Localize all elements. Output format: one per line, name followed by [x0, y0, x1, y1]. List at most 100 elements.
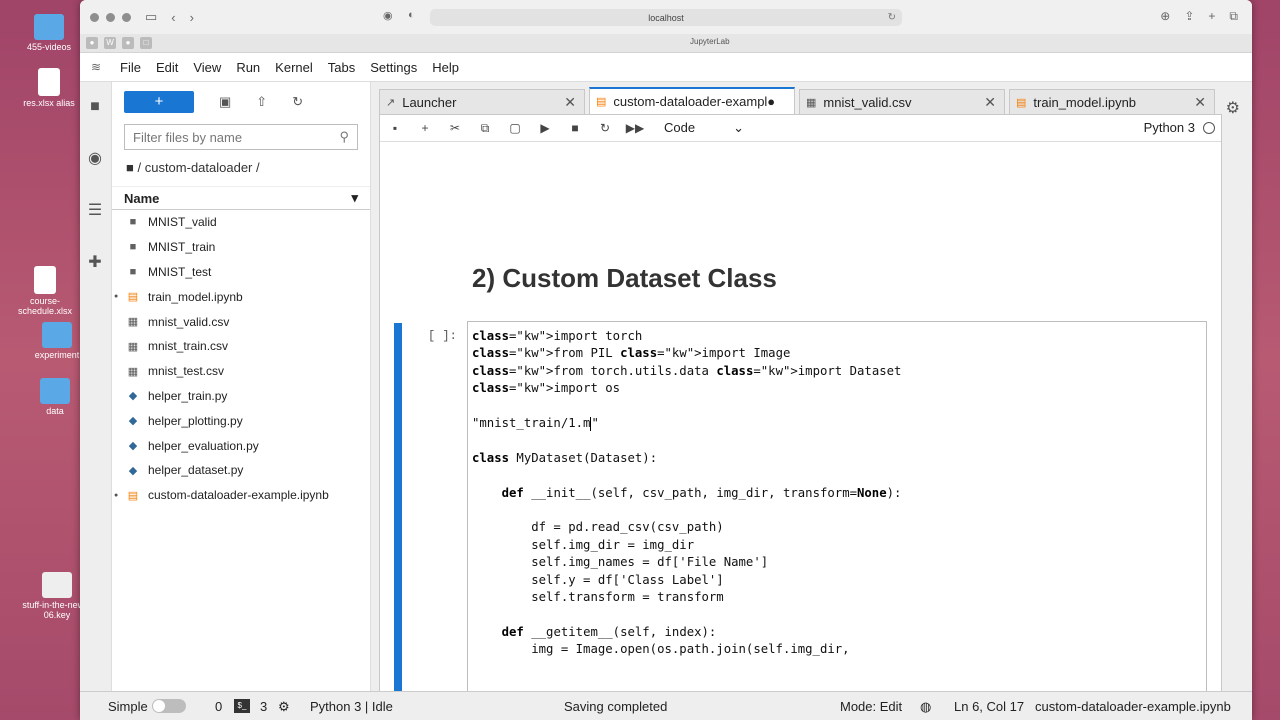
wiki-icon[interactable]: W [104, 37, 116, 49]
tab-label: mnist_valid.csv [823, 94, 912, 110]
breadcrumb[interactable]: ■ / custom-dataloader / [112, 150, 370, 180]
menu-view[interactable]: View [193, 60, 221, 75]
menu-help[interactable]: Help [432, 60, 459, 75]
menu-edit[interactable]: Edit [156, 60, 178, 75]
upload-icon[interactable]: ⇧ [256, 94, 267, 110]
stop-icon[interactable]: ■ [560, 121, 590, 135]
cell-type-select[interactable]: Code ⌄ [664, 120, 744, 136]
code-text: class="kw">import torch class="kw">from … [472, 329, 902, 657]
new-launcher-button[interactable]: + [124, 91, 194, 113]
file-name: mnist_test.csv [148, 364, 225, 379]
run-all-icon[interactable]: ▶▶ [620, 121, 650, 135]
copy-icon[interactable]: ⧉ [470, 121, 500, 136]
cursor-position[interactable]: Ln 6, Col 17 [954, 699, 1024, 714]
menu-tabs[interactable]: Tabs [328, 60, 355, 75]
terminal-count[interactable]: 0 [215, 699, 222, 714]
tab-mnist-valid[interactable]: ▦ mnist_valid.csv ✕ [799, 89, 1005, 114]
list-item[interactable]: ◆ helper_plotting.py [112, 408, 370, 433]
zoom-window-button[interactable] [122, 12, 131, 22]
cut-icon[interactable]: ✂ [440, 121, 470, 135]
csv-icon: ▦ [806, 96, 817, 109]
save-icon[interactable]: ▪ [380, 121, 410, 135]
column-header-name[interactable]: Name ▾ [112, 186, 370, 210]
bookmark-icon[interactable]: □ [140, 37, 152, 49]
browser-tab-title[interactable]: JupyterLab [690, 37, 730, 46]
restart-icon[interactable]: ↻ [590, 121, 620, 135]
close-icon[interactable]: ✕ [564, 94, 576, 111]
terminal-icon: $_ [234, 699, 250, 713]
filter-input[interactable]: Filter files by name ⚲ [124, 124, 358, 150]
sidebar-toggle-icon[interactable]: ▭ [145, 9, 157, 25]
python-file-icon: ◆ [128, 415, 138, 428]
close-window-button[interactable] [90, 12, 99, 22]
github-icon[interactable]: ● [86, 37, 98, 49]
tab-custom-dataloader[interactable]: ▤ custom-dataloader-exampl● [589, 87, 795, 114]
back-icon[interactable]: ‹ [171, 10, 175, 25]
shield-icon[interactable]: ◐ [408, 9, 415, 21]
browser-window: ▭ ‹ › ◉ ◐ localhost ↻ ⊕ ⇪ + ⧉ ● W ● □ Ju… [80, 0, 1252, 720]
privacy-icon[interactable]: ◉ [383, 9, 393, 22]
browser-toolbar-right: ⊕ ⇪ + ⧉ [1160, 9, 1238, 24]
list-item[interactable]: ◆ helper_evaluation.py [112, 433, 370, 458]
list-item[interactable]: ◆ helper_dataset.py [112, 458, 370, 483]
file-name: mnist_train.csv [148, 339, 229, 354]
active-cell-indicator[interactable] [394, 323, 402, 691]
notebook-panel: ▪ + ✂ ⧉ ▢ ▶ ■ ↻ ▶▶ Code ⌄ Python 3 2) Cu… [379, 114, 1222, 692]
desktop-icon-xlsx-2[interactable]: course-schedule.xlsx [6, 266, 84, 316]
toc-icon[interactable]: ☰ [86, 202, 104, 220]
column-name-label: Name [124, 190, 160, 206]
close-icon[interactable]: ✕ [1194, 94, 1206, 111]
kernel-icon: ⚙ [278, 699, 290, 714]
menu-file[interactable]: File [120, 60, 141, 75]
list-item[interactable]: ▦ mnist_test.csv [112, 359, 370, 384]
address-bar[interactable]: localhost ↻ [430, 9, 902, 26]
list-item[interactable]: ■ MNIST_train [112, 235, 370, 260]
list-item[interactable]: ● ▤ train_model.ipynb [112, 284, 370, 309]
file-browser-toolbar: + ▣ ⇧ ↻ [112, 82, 370, 122]
new-tab-icon[interactable]: + [1208, 9, 1215, 24]
extension-icon[interactable]: ✚ [86, 254, 104, 272]
paste-icon[interactable]: ▢ [500, 121, 530, 135]
github-icon[interactable]: ● [122, 37, 134, 49]
cell-prompt: [ ]: [428, 329, 457, 343]
reload-icon[interactable]: ↻ [888, 12, 896, 23]
share-icon[interactable]: ⇪ [1184, 9, 1194, 24]
desktop-icon-folder[interactable]: 455-videos [10, 14, 88, 52]
kernel-count[interactable]: 3 [260, 699, 267, 714]
refresh-icon[interactable]: ↻ [292, 94, 303, 110]
folder-icon: ■ [129, 241, 137, 254]
kernel-name[interactable]: Python 3 [1144, 120, 1195, 135]
add-cell-icon[interactable]: + [410, 121, 440, 135]
menu-kernel[interactable]: Kernel [275, 60, 313, 75]
list-item[interactable]: ● ▤ custom-dataloader-example.ipynb [112, 483, 370, 508]
menu-run[interactable]: Run [236, 60, 260, 75]
kernel-status[interactable]: Python 3 | Idle [310, 699, 393, 714]
tab-train-model[interactable]: ▤ train_model.ipynb ✕ [1009, 89, 1215, 114]
code-editor[interactable]: class="kw">import torch class="kw">from … [467, 321, 1207, 691]
new-folder-icon[interactable]: ▣ [219, 94, 231, 110]
status-bar: Simple 0 $_ 3 ⚙ Python 3 | Idle Saving c… [80, 691, 1252, 720]
list-item[interactable]: ▦ mnist_train.csv [112, 334, 370, 359]
tab-launcher[interactable]: ↗ Launcher ✕ [379, 89, 585, 114]
list-item[interactable]: ▦ mnist_valid.csv [112, 309, 370, 334]
list-item[interactable]: ■ MNIST_test [112, 260, 370, 285]
forward-icon[interactable]: › [190, 10, 194, 25]
list-item[interactable]: ◆ helper_train.py [112, 384, 370, 409]
tab-overview-icon[interactable]: ⧉ [1229, 9, 1238, 24]
file-name: helper_evaluation.py [148, 438, 259, 453]
edit-mode[interactable]: Mode: Edit [840, 699, 902, 714]
menu-settings[interactable]: Settings [370, 60, 417, 75]
python-file-icon: ◆ [128, 464, 138, 477]
folder-icon[interactable]: ■ [86, 98, 104, 116]
gear-icon[interactable]: ⚙ [1226, 98, 1240, 118]
list-item[interactable]: ■ MNIST_valid [112, 210, 370, 235]
notebook-icon: ▤ [596, 96, 607, 108]
desktop-icon-xlsx[interactable]: res.xlsx alias [10, 68, 88, 108]
running-icon[interactable]: ◉ [86, 150, 104, 168]
run-icon[interactable]: ▶ [530, 121, 560, 135]
close-icon[interactable]: ✕ [984, 94, 996, 111]
minimize-window-button[interactable] [106, 12, 115, 22]
download-icon[interactable]: ⊕ [1160, 9, 1170, 24]
file-browser: + ▣ ⇧ ↻ Filter files by name ⚲ ■ / custo… [112, 82, 371, 692]
simple-mode-toggle[interactable] [152, 699, 186, 713]
